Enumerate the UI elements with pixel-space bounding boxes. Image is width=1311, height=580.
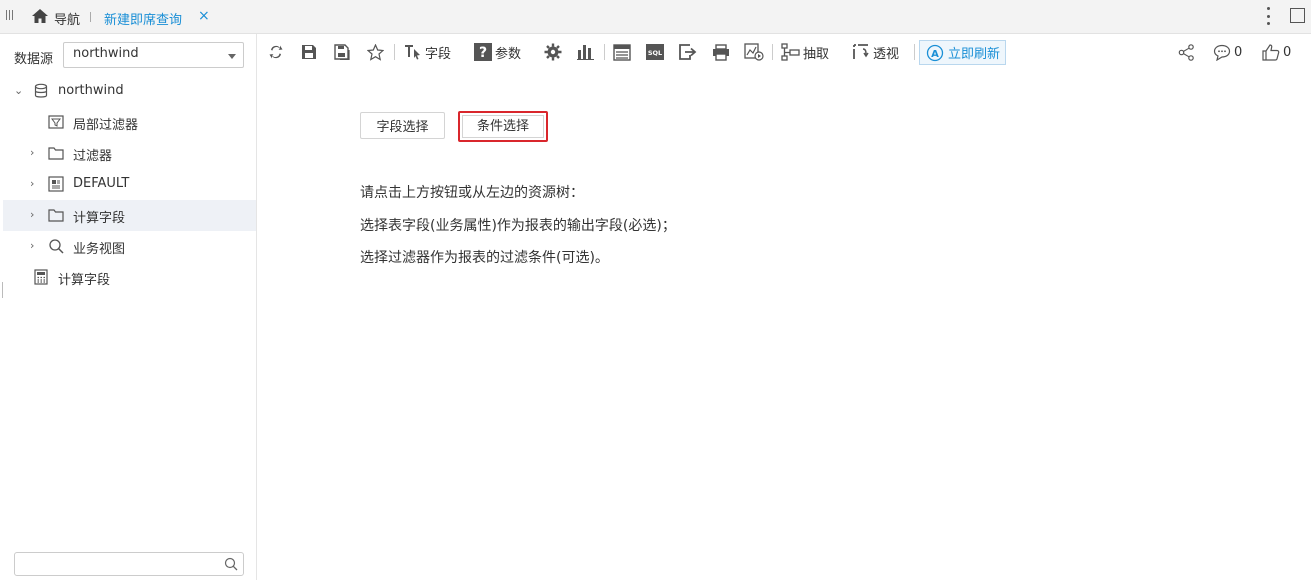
toolbar-divider xyxy=(394,44,395,60)
sql-icon[interactable]: SQL xyxy=(646,41,664,63)
like-button[interactable]: 0 xyxy=(1262,41,1291,63)
search-icon xyxy=(49,239,64,254)
pivot-button[interactable]: 透视 xyxy=(852,41,899,63)
export-icon[interactable] xyxy=(679,41,697,63)
share-icon[interactable] xyxy=(1178,41,1195,63)
folder-icon xyxy=(48,147,64,160)
tree-node-label: 计算字段 xyxy=(73,211,126,226)
hint-line-1: 请点击上方按钮或从左边的资源树： xyxy=(360,185,584,201)
more-menu-icon[interactable] xyxy=(1266,7,1270,25)
tree-search-input[interactable] xyxy=(14,552,244,576)
home-icon[interactable] xyxy=(31,8,49,24)
hint-line-2: 选择表字段(业务属性)作为报表的输出字段(必选)； xyxy=(360,218,676,234)
field-select-button[interactable]: 字段选择 xyxy=(360,112,445,139)
tree-node-calc-fields-folder[interactable]: › 计算字段 xyxy=(3,200,256,231)
top-tab-bar: 导航 新建即席查询 × xyxy=(0,0,1311,34)
database-icon xyxy=(34,83,48,98)
toolbar-divider xyxy=(604,44,605,60)
tree-node-northwind[interactable]: ⌄ northwind xyxy=(3,76,256,107)
datasource-select[interactable]: northwind xyxy=(63,42,244,68)
settings-gear-icon[interactable] xyxy=(544,41,562,63)
tree-node-default[interactable]: › DEFAULT xyxy=(3,169,256,200)
like-count: 0 xyxy=(1283,44,1292,60)
query-workspace: 字段选择 条件选择 请点击上方按钮或从左边的资源树： 选择表字段(业务属性)作为… xyxy=(258,70,1311,580)
close-tab-icon[interactable]: × xyxy=(198,8,210,24)
chevron-right-icon[interactable]: › xyxy=(30,146,34,159)
datasource-label: 数据源 xyxy=(14,52,54,67)
datasource-value: northwind xyxy=(73,46,139,61)
tree-node-label: 计算字段 xyxy=(58,273,111,288)
menu-handle-icon[interactable] xyxy=(6,10,15,22)
auto-refresh-icon: A xyxy=(926,44,944,61)
svg-text:SQL: SQL xyxy=(648,49,662,57)
tree-node-calc-field[interactable]: 计算字段 xyxy=(3,262,256,293)
calculator-icon xyxy=(34,269,48,285)
favorite-star-icon[interactable] xyxy=(367,41,384,63)
chevron-right-icon[interactable]: › xyxy=(30,208,34,221)
tree-node-label: northwind xyxy=(58,83,124,98)
toolbar: 字段 ? 参数 SQL 抽取 透视 A 立即刷新 0 0 xyxy=(258,34,1311,70)
chevron-right-icon[interactable]: › xyxy=(30,239,34,252)
tree-node-label: 业务视图 xyxy=(73,242,126,257)
chevron-down-icon xyxy=(228,54,236,59)
chevron-down-icon[interactable]: ⌄ xyxy=(14,84,23,97)
table-layout-icon[interactable] xyxy=(613,41,631,63)
condition-select-button[interactable]: 条件选择 xyxy=(458,111,548,142)
field-button-label: 字段 xyxy=(425,46,452,62)
param-button[interactable]: ? 参数 xyxy=(474,41,521,63)
chart-preview-icon[interactable] xyxy=(744,41,764,63)
tree-node-label: 过滤器 xyxy=(73,149,113,164)
folder-icon xyxy=(48,209,64,222)
maximize-icon[interactable] xyxy=(1290,8,1305,23)
hint-line-3: 选择过滤器作为报表的过滤条件(可选)。 xyxy=(360,250,609,266)
local-filter-icon xyxy=(48,115,64,129)
pivot-button-label: 透视 xyxy=(873,46,900,62)
toolbar-divider xyxy=(914,44,915,60)
tree-node-filters[interactable]: › 过滤器 xyxy=(3,138,256,169)
thumbs-up-icon xyxy=(1262,43,1280,61)
extract-button[interactable]: 抽取 xyxy=(781,41,829,63)
svg-text:A: A xyxy=(931,49,939,60)
tree-node-local-filter[interactable]: 局部过滤器 xyxy=(3,107,256,138)
comment-count: 0 xyxy=(1234,44,1243,60)
condition-select-label: 条件选择 xyxy=(462,115,544,138)
extract-button-label: 抽取 xyxy=(803,46,830,62)
search-icon[interactable] xyxy=(224,557,238,571)
tree-node-business-view[interactable]: › 业务视图 xyxy=(3,231,256,262)
schema-icon xyxy=(48,176,64,192)
refresh-now-button[interactable]: A 立即刷新 xyxy=(919,40,1006,65)
refresh-now-label: 立即刷新 xyxy=(948,47,1001,62)
toolbar-divider xyxy=(772,44,773,60)
field-button[interactable]: 字段 xyxy=(404,41,451,63)
tab-new-adhoc-query[interactable]: 新建即席查询 xyxy=(104,9,182,28)
comment-button[interactable]: 0 xyxy=(1213,41,1242,63)
comment-icon xyxy=(1213,44,1231,61)
save-as-icon[interactable] xyxy=(334,41,352,63)
nav-tab[interactable]: 导航 xyxy=(54,9,80,28)
svg-text:?: ? xyxy=(479,45,487,61)
print-icon[interactable] xyxy=(712,41,730,63)
tree-node-label: 局部过滤器 xyxy=(73,118,139,133)
tree-node-label: DEFAULT xyxy=(73,176,130,191)
chevron-right-icon[interactable]: › xyxy=(30,177,34,190)
sync-icon[interactable] xyxy=(268,41,284,63)
param-button-label: 参数 xyxy=(495,46,522,62)
resize-handle[interactable] xyxy=(2,282,3,298)
tab-divider xyxy=(90,12,91,22)
chart-bar-icon[interactable] xyxy=(577,41,594,63)
save-icon[interactable] xyxy=(301,41,317,63)
resource-sidebar: 数据源 northwind ⌄ northwind 局部过滤器 › 过滤器 › … xyxy=(0,34,257,580)
